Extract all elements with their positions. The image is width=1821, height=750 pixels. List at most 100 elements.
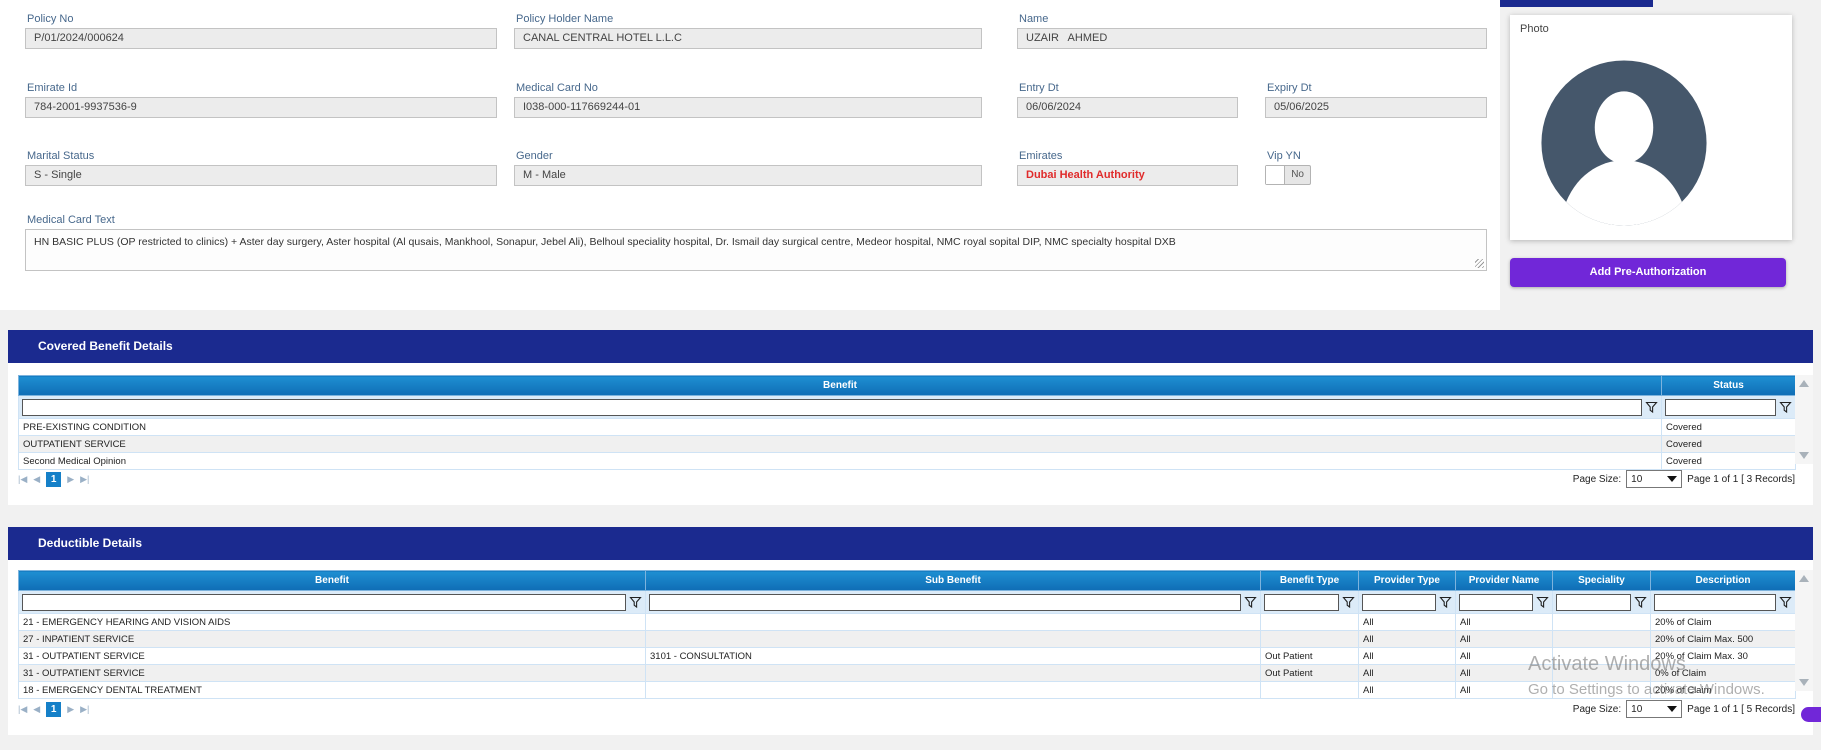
covered-benefit-section-title: Covered Benefit Details [8,330,1813,363]
table-row[interactable]: 21 - EMERGENCY HEARING AND VISION AIDS A… [18,613,1796,631]
deductible-col-header-speciality[interactable]: Speciality [1552,570,1651,591]
benefit-type-filter-input[interactable] [1264,593,1339,611]
page-size-value: 10 [1631,473,1643,485]
policy-no-field[interactable]: P/01/2024/000624 [25,28,497,49]
covered-benefit-filter-input[interactable] [22,398,1642,416]
table-row[interactable]: 31 - OUTPATIENT SERVICE 3101 - CONSULTAT… [18,647,1796,665]
table-row[interactable]: 31 - OUTPATIENT SERVICE Out Patient All … [18,664,1796,682]
covered-col-header-benefit[interactable]: Benefit [18,375,1662,396]
filter-icon[interactable] [629,596,642,609]
deductible-col-header-provider-name[interactable]: Provider Name [1455,570,1553,591]
marital-status-field[interactable]: S - Single [25,165,497,186]
emirates-field[interactable]: Dubai Health Authority [1017,165,1238,186]
last-page-button[interactable]: ▶| [80,702,89,717]
covered-status-filter-input[interactable] [1665,398,1776,416]
current-page-button[interactable]: 1 [46,471,62,487]
benefit-type-cell [1260,613,1359,631]
benefit-type-cell [1260,681,1359,699]
prev-page-button[interactable]: ◀ [33,702,40,717]
page-size-select[interactable]: 10 [1626,470,1683,488]
filter-icon[interactable] [1342,596,1355,609]
policy-no-label: Policy No [27,13,74,25]
benefit-cell: 27 - INPATIENT SERVICE [18,630,646,648]
table-row[interactable]: 18 - EMERGENCY DENTAL TREATMENT All All … [18,681,1796,699]
page-info-text: Page 1 of 1 [ 3 Records] [1687,473,1795,485]
emirate-id-field[interactable]: 784-2001-9937536-9 [25,97,497,118]
next-page-button[interactable]: ▶ [67,702,74,717]
deductible-col-header-benefit-type[interactable]: Benefit Type [1260,570,1359,591]
current-page-button[interactable]: 1 [46,701,62,717]
resize-handle[interactable] [1475,259,1484,268]
status-cell: Covered [1661,418,1796,436]
deductible-table-scrollbar[interactable] [1795,570,1813,691]
deductible-col-header-sub-benefit[interactable]: Sub Benefit [645,570,1261,591]
table-row[interactable]: PRE-EXISTING CONDITION Covered [18,418,1796,436]
scroll-down-icon[interactable] [1799,679,1809,686]
entry-dt-field[interactable]: 06/06/2024 [1017,97,1238,118]
speciality-filter-input[interactable] [1556,593,1631,611]
description-cell: 0% of Claim [1650,664,1796,682]
medical-card-no-field[interactable]: I038-000-117669244-01 [514,97,982,118]
description-cell: 20% of Claim [1650,681,1796,699]
scroll-down-icon[interactable] [1799,452,1809,459]
covered-table-scrollbar[interactable] [1795,375,1813,464]
deductible-pager: |◀ ◀ 1 ▶ ▶| [18,701,89,717]
deductible-section-title: Deductible Details [8,527,1813,560]
gender-label: Gender [516,150,553,162]
filter-icon[interactable] [1439,596,1452,609]
provider-type-cell: All [1358,613,1456,631]
deductible-col-header-provider-type[interactable]: Provider Type [1358,570,1456,591]
benefit-cell: PRE-EXISTING CONDITION [18,418,1662,436]
filter-icon[interactable] [1244,596,1257,609]
sub-benefit-filter-input[interactable] [649,593,1241,611]
policy-holder-name-field[interactable]: CANAL CENTRAL HOTEL L.L.C [514,28,982,49]
table-row[interactable]: 27 - INPATIENT SERVICE All All 20% of Cl… [18,630,1796,648]
provider-type-filter-input[interactable] [1362,593,1436,611]
name-field[interactable]: UZAIR AHMED [1017,28,1487,49]
provider-name-cell: All [1455,664,1553,682]
photo-card: Photo [1510,15,1792,240]
scroll-up-icon[interactable] [1799,380,1809,387]
add-pre-authorization-button[interactable]: Add Pre-Authorization [1510,258,1786,287]
medical-card-text-field[interactable]: HN BASIC PLUS (OP restricted to clinics)… [25,229,1487,271]
filter-icon[interactable] [1779,596,1792,609]
deductible-pagination-bar: |◀ ◀ 1 ▶ ▶| Page Size: 10 Page 1 of 1 [ … [18,699,1795,719]
emirates-label: Emirates [1019,150,1063,162]
filter-icon[interactable] [1634,596,1647,609]
first-page-button[interactable]: |◀ [18,702,27,717]
filter-icon[interactable] [1536,596,1549,609]
first-page-button[interactable]: |◀ [18,472,27,487]
expiry-dt-field[interactable]: 05/06/2025 [1265,97,1487,118]
name-label: Name [1019,13,1049,25]
benefit-cell: Second Medical Opinion [18,452,1662,470]
deductible-col-header-benefit[interactable]: Benefit [18,570,646,591]
sub-benefit-cell [645,664,1261,682]
scroll-up-icon[interactable] [1799,575,1809,582]
provider-type-cell: All [1358,664,1456,682]
table-row[interactable]: Second Medical Opinion Covered [18,452,1796,470]
vip-yn-toggle[interactable]: No [1265,165,1311,185]
chevron-down-icon [1667,706,1678,712]
benefit-type-cell: Out Patient [1260,664,1359,682]
sub-benefit-cell [645,630,1261,648]
medical-card-text-label: Medical Card Text [27,214,115,226]
table-row[interactable]: OUTPATIENT SERVICE Covered [18,435,1796,453]
prev-page-button[interactable]: ◀ [33,472,40,487]
provider-name-filter-input[interactable] [1459,593,1533,611]
description-filter-input[interactable] [1654,593,1776,611]
last-page-button[interactable]: ▶| [80,472,89,487]
filter-icon[interactable] [1645,401,1658,414]
marital-status-label: Marital Status [27,150,95,162]
filter-icon[interactable] [1779,401,1792,414]
deductible-benefit-filter-input[interactable] [22,593,626,611]
deductible-col-header-description[interactable]: Description [1650,570,1796,591]
description-cell: 20% of Claim Max. 500 [1650,630,1796,648]
floating-action-corner[interactable] [1801,707,1821,722]
next-page-button[interactable]: ▶ [67,472,74,487]
sub-benefit-cell [645,681,1261,699]
benefit-cell: 31 - OUTPATIENT SERVICE [18,647,646,665]
covered-col-header-status[interactable]: Status [1661,375,1796,396]
gender-field[interactable]: M - Male [514,165,982,186]
provider-type-cell: All [1358,630,1456,648]
page-size-select[interactable]: 10 [1626,700,1683,718]
